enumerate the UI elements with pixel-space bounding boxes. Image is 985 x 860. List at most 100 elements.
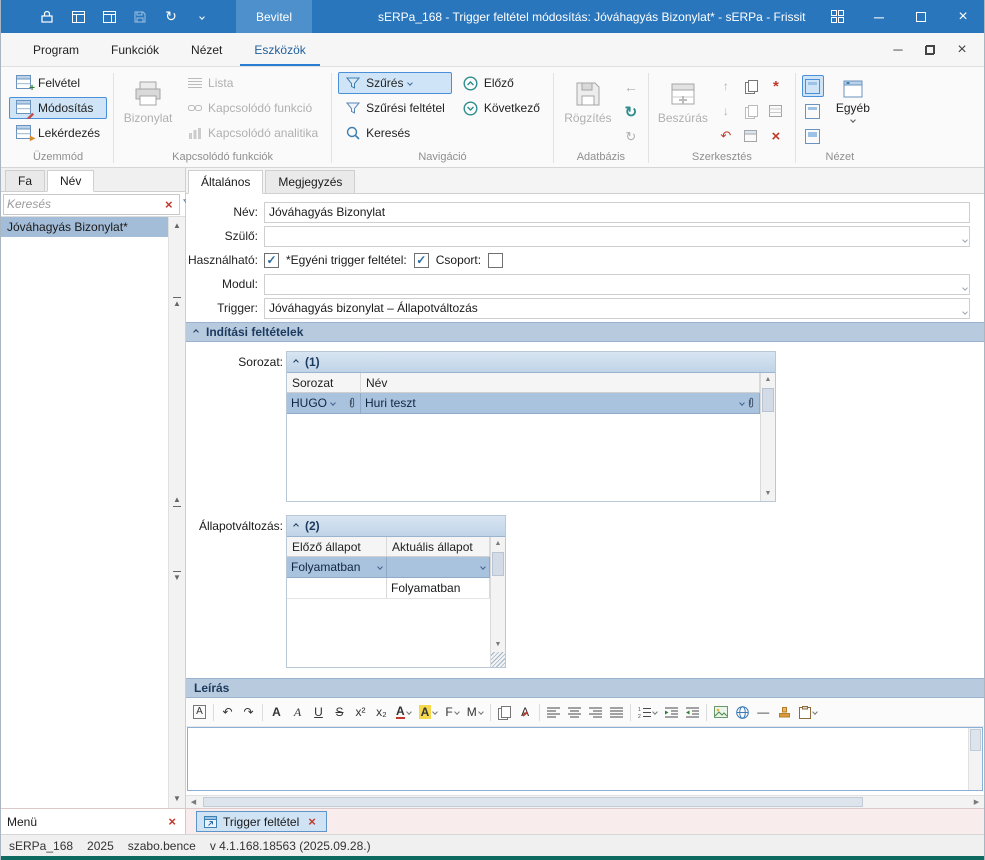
collapse-icon[interactable] bbox=[193, 329, 199, 335]
qat-dropdown-icon[interactable] bbox=[194, 9, 210, 25]
align-right-icon[interactable] bbox=[586, 701, 605, 723]
modul-dropdown-icon[interactable] bbox=[963, 281, 967, 295]
font-color-button[interactable]: A bbox=[393, 701, 414, 723]
szures-button[interactable]: Szűrés bbox=[338, 72, 452, 94]
felvetel-button[interactable]: + Felvétel bbox=[9, 72, 107, 94]
underline-button[interactable]: U bbox=[309, 701, 328, 723]
back-icon[interactable]: ← bbox=[620, 76, 642, 98]
redo-icon[interactable]: ↷ bbox=[239, 701, 258, 723]
close-document-icon[interactable]: × bbox=[305, 815, 319, 828]
sorozat-group-header[interactable]: (1) bbox=[287, 352, 775, 373]
sidebar-tab-nev[interactable]: Név bbox=[47, 170, 94, 192]
move-up-icon[interactable]: ↑ bbox=[715, 75, 737, 97]
menu-eszkozok[interactable]: Eszközök bbox=[240, 33, 319, 66]
allapot-scrollbar[interactable]: ▲ ▼ bbox=[490, 537, 505, 667]
scroll-left-icon[interactable]: ◀ bbox=[186, 798, 201, 806]
copy-format-icon[interactable] bbox=[495, 701, 514, 723]
strikethrough-button[interactable]: S bbox=[330, 701, 349, 723]
mdi-close-button[interactable]: × bbox=[946, 37, 978, 63]
menu-tab[interactable]: Menü × bbox=[1, 809, 186, 834]
kovetkezo-button[interactable]: Következő bbox=[456, 97, 547, 119]
mdi-minimize-button[interactable]: ─ bbox=[882, 37, 914, 63]
nev-input[interactable] bbox=[264, 202, 970, 223]
scroll-down-icon[interactable]: ▼ bbox=[169, 794, 185, 804]
scroll-up-icon[interactable]: ▲ bbox=[169, 221, 185, 231]
autoformat-button[interactable]: A bbox=[190, 701, 209, 723]
font-size-button[interactable]: M bbox=[464, 701, 486, 723]
scroll-up-icon[interactable]: ▲ bbox=[761, 373, 775, 387]
cell-dropdown-icon[interactable] bbox=[739, 400, 745, 406]
sorozat-scrollbar[interactable]: ▲ ▼ bbox=[760, 373, 775, 501]
paste-icon[interactable] bbox=[740, 100, 762, 122]
apps-icon[interactable] bbox=[816, 0, 858, 33]
main-horizontal-scrollbar[interactable]: ◀ ▶ bbox=[186, 795, 984, 808]
close-button[interactable]: × bbox=[942, 0, 984, 33]
delete-record-icon[interactable]: × bbox=[765, 125, 787, 147]
csoport-checkbox[interactable] bbox=[488, 253, 503, 268]
indent-increase-icon[interactable] bbox=[662, 701, 681, 723]
table-row[interactable]: HUGO Huri teszt bbox=[287, 393, 760, 414]
szures-dropdown-icon[interactable] bbox=[408, 80, 414, 86]
document-tab-trigger-feltetel[interactable]: Trigger feltétel × bbox=[196, 811, 327, 832]
column-header-sorozat[interactable]: Sorozat bbox=[287, 373, 361, 392]
column-header-elozo[interactable]: Előző állapot bbox=[287, 537, 387, 556]
scroll-down-icon[interactable]: ▼ bbox=[491, 638, 505, 652]
rows-icon[interactable] bbox=[740, 125, 762, 147]
table-row[interactable]: Folyamatban bbox=[287, 557, 490, 578]
new-record-icon[interactable]: * bbox=[765, 75, 787, 97]
kapcsolodo-funkcio-button[interactable]: Kapcsolódó funkció bbox=[180, 97, 325, 119]
column-header-aktualis[interactable]: Aktuális állapot bbox=[387, 537, 490, 556]
collapse-icon[interactable] bbox=[293, 359, 299, 365]
trigger-dropdown-icon[interactable] bbox=[963, 305, 967, 319]
align-left-icon[interactable] bbox=[544, 701, 563, 723]
attachment-icon[interactable] bbox=[747, 397, 755, 409]
titlebar-tab-bevitel[interactable]: Bevitel bbox=[236, 0, 312, 33]
scroll-thumb[interactable] bbox=[762, 388, 774, 412]
insert-link-icon[interactable] bbox=[733, 701, 752, 723]
list-item[interactable]: Jóváhagyás Bizonylat* bbox=[1, 217, 168, 237]
cell-dropdown-icon[interactable] bbox=[480, 564, 486, 570]
select-all-icon[interactable] bbox=[765, 100, 787, 122]
stamp-icon[interactable] bbox=[775, 701, 794, 723]
trigger-input[interactable] bbox=[264, 298, 970, 319]
search-input[interactable] bbox=[7, 197, 162, 211]
lista-button[interactable]: Lista bbox=[180, 72, 325, 94]
resize-grip[interactable] bbox=[491, 652, 505, 667]
table-row[interactable]: Folyamatban bbox=[287, 578, 490, 599]
cell-dropdown-icon[interactable] bbox=[377, 564, 383, 570]
editor-scrollbar[interactable] bbox=[968, 728, 982, 790]
paste-special-icon[interactable] bbox=[796, 701, 820, 723]
egyeni-checkbox[interactable] bbox=[414, 253, 429, 268]
modositas-button[interactable]: Módosítás bbox=[9, 97, 107, 119]
scroll-first-icon[interactable]: ▲ bbox=[169, 297, 185, 309]
beszuras-button[interactable]: Beszúrás bbox=[655, 72, 711, 149]
scroll-up-icon[interactable]: ▲ bbox=[491, 537, 505, 551]
highlight-button[interactable]: A bbox=[416, 701, 441, 723]
scroll-thumb[interactable] bbox=[203, 797, 863, 807]
menu-funkciok[interactable]: Funkciók bbox=[97, 33, 173, 66]
save-icon[interactable] bbox=[132, 9, 148, 25]
move-down-icon[interactable]: ↓ bbox=[715, 100, 737, 122]
collapse-icon[interactable] bbox=[293, 523, 299, 529]
font-button[interactable]: F bbox=[442, 701, 461, 723]
editor-content[interactable] bbox=[188, 728, 968, 790]
menu-program[interactable]: Program bbox=[19, 33, 93, 66]
window-layout-icon[interactable] bbox=[70, 9, 86, 25]
bizonylat-button[interactable]: Bizonylat bbox=[120, 72, 176, 149]
tab-megjegyzes[interactable]: Megjegyzés bbox=[265, 170, 355, 193]
szuresi-feltetel-button[interactable]: Szűrési feltétel bbox=[338, 97, 452, 119]
lekerdezes-button[interactable]: ▸ Lekérdezés bbox=[9, 122, 107, 144]
window-list-icon[interactable] bbox=[101, 9, 117, 25]
kereses-button[interactable]: Keresés bbox=[338, 122, 452, 144]
kapcsolodo-analitika-button[interactable]: Kapcsolódó analitika bbox=[180, 122, 325, 144]
scroll-thumb[interactable] bbox=[970, 729, 981, 751]
scroll-down-icon[interactable]: ▼ bbox=[761, 487, 775, 501]
refresh-icon[interactable]: ↻ bbox=[163, 9, 179, 25]
view-grid-icon[interactable] bbox=[802, 100, 824, 122]
hasznalhato-checkbox[interactable] bbox=[264, 253, 279, 268]
sync-icon[interactable]: ↻ bbox=[620, 126, 642, 148]
insert-image-icon[interactable] bbox=[711, 701, 731, 723]
bold-button[interactable]: A bbox=[267, 701, 286, 723]
sidebar-scrollbar[interactable]: ▲ ▲ ▲ ▼ ▼ bbox=[168, 217, 185, 808]
copy-icon[interactable] bbox=[740, 75, 762, 97]
